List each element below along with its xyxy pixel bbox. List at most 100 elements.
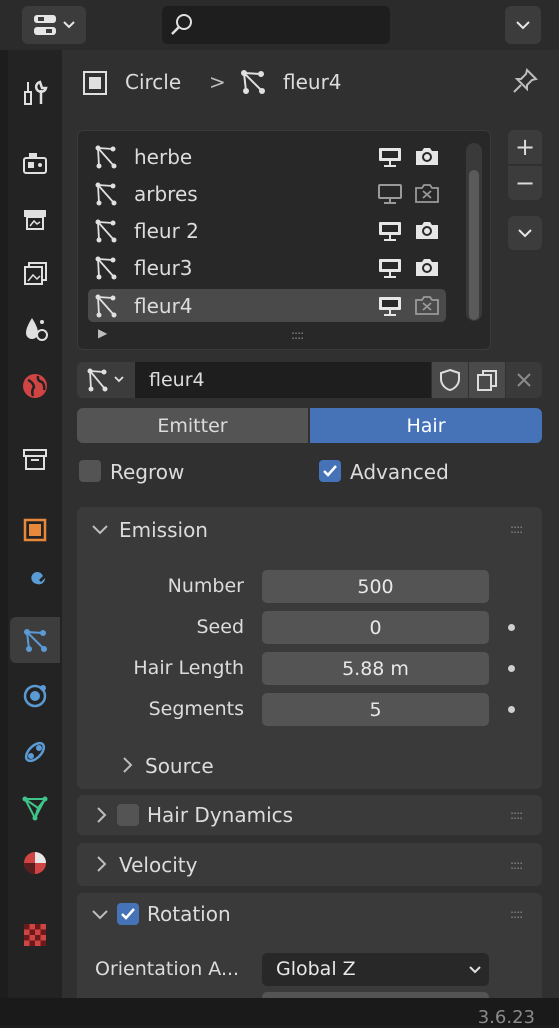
list-item[interactable]: herbe xyxy=(88,140,446,173)
chevron-down-icon xyxy=(518,229,532,238)
seed-field[interactable]: 0 xyxy=(262,611,489,644)
seed-label: Seed xyxy=(196,616,245,638)
scene-icon xyxy=(26,318,48,341)
viewport-toggle-icon[interactable] xyxy=(377,146,403,173)
datablock-name-field[interactable]: fleur4 xyxy=(135,362,431,398)
chevron-right-icon[interactable] xyxy=(119,755,135,780)
source-subpanel-header[interactable]: Source xyxy=(145,754,214,778)
tab-modifier[interactable] xyxy=(10,562,60,608)
segments-label: Segments xyxy=(148,698,244,720)
render-toggle-icon[interactable] xyxy=(414,255,440,284)
viewport-toggle-icon[interactable] xyxy=(377,295,403,322)
tab-particles[interactable] xyxy=(10,617,60,663)
hair-dynamics-checkbox[interactable] xyxy=(117,804,139,826)
modifier-icon xyxy=(26,572,46,595)
tab-constraints[interactable] xyxy=(10,729,60,775)
tab-texture[interactable] xyxy=(10,912,60,958)
hair-dynamics-header[interactable]: Hair Dynamics xyxy=(147,803,293,827)
particles-icon xyxy=(238,67,268,102)
search-input[interactable] xyxy=(162,6,390,44)
output-icon xyxy=(24,210,46,230)
tab-render[interactable] xyxy=(10,140,60,186)
status-bar xyxy=(0,998,559,1025)
tab-material[interactable] xyxy=(10,840,60,886)
list-item-label: arbres xyxy=(134,181,198,206)
panel-drag-handle[interactable]: :::: xyxy=(510,858,523,872)
view-layer-icon xyxy=(24,262,47,285)
particles-icon xyxy=(92,254,120,287)
orientation-axis-value: Global Z xyxy=(276,958,356,980)
viewport-toggle-icon[interactable] xyxy=(377,220,403,247)
pin-icon[interactable] xyxy=(510,66,540,101)
header-menu-button[interactable] xyxy=(505,6,541,44)
tab-world[interactable] xyxy=(10,363,60,409)
tab-view-layer[interactable] xyxy=(10,251,60,297)
tab-output[interactable] xyxy=(10,196,60,242)
type-hair-button[interactable]: Hair xyxy=(310,408,542,443)
breadcrumb-separator: > xyxy=(209,70,226,94)
type-emitter-button[interactable]: Emitter xyxy=(77,408,308,443)
velocity-header[interactable]: Velocity xyxy=(119,853,197,877)
chevron-down-icon xyxy=(516,21,530,30)
render-toggle-icon[interactable] xyxy=(414,181,440,210)
particles-icon xyxy=(92,217,120,250)
hair-length-label: Hair Length xyxy=(133,657,244,679)
hair-length-field[interactable]: 5.88 m xyxy=(262,652,489,685)
render-toggle-icon[interactable] xyxy=(414,144,440,173)
viewport-toggle-icon[interactable] xyxy=(377,257,403,284)
list-item[interactable]: arbres xyxy=(88,177,446,210)
keyframe-dot-icon[interactable] xyxy=(508,706,515,713)
duplicate-button[interactable] xyxy=(469,362,505,398)
tab-tool[interactable] xyxy=(10,70,60,116)
datablock-browse-button[interactable] xyxy=(77,362,135,398)
list-item-label: fleur3 xyxy=(134,255,193,280)
properties-editor-icon xyxy=(34,15,75,35)
remove-particle-button[interactable]: − xyxy=(508,166,542,200)
panel-drag-handle[interactable]: :::: xyxy=(510,808,523,822)
expand-filter-icon[interactable]: ▶ xyxy=(98,326,107,340)
chevron-right-icon[interactable] xyxy=(93,805,109,830)
list-resize-handle[interactable]: :::: xyxy=(291,328,304,342)
add-particle-button[interactable]: + xyxy=(508,130,542,164)
tab-collection[interactable] xyxy=(10,436,60,482)
orientation-axis-label: Orientation A... xyxy=(95,958,240,980)
emission-header[interactable]: Emission xyxy=(119,518,208,542)
rotation-checkbox[interactable] xyxy=(117,903,139,925)
regrow-checkbox[interactable] xyxy=(79,460,101,482)
render-toggle-icon[interactable] xyxy=(414,218,440,247)
tab-data[interactable] xyxy=(10,785,60,831)
panel-drag-handle[interactable]: :::: xyxy=(510,907,523,921)
keyframe-dot-icon[interactable] xyxy=(508,624,515,631)
list-item[interactable]: fleur4 xyxy=(88,289,446,322)
regrow-label: Regrow xyxy=(110,460,185,484)
chevron-right-icon[interactable] xyxy=(93,854,109,879)
render-toggle-icon[interactable] xyxy=(414,293,440,322)
list-item-label: herbe xyxy=(134,144,193,169)
advanced-checkbox[interactable] xyxy=(319,460,341,482)
tab-scene[interactable] xyxy=(10,306,60,352)
world-icon xyxy=(23,374,47,398)
checkmark-icon xyxy=(323,465,337,477)
orientation-axis-dropdown[interactable]: Global Z xyxy=(262,953,489,986)
fake-user-button[interactable] xyxy=(432,362,468,398)
list-item[interactable]: fleur 2 xyxy=(88,214,446,247)
keyframe-dot-icon[interactable] xyxy=(508,665,515,672)
list-item[interactable]: fleur3 xyxy=(88,251,446,284)
segments-field[interactable]: 5 xyxy=(262,693,489,726)
tab-object[interactable] xyxy=(10,507,60,553)
material-icon xyxy=(24,852,46,874)
breadcrumb-particle: fleur4 xyxy=(283,70,342,94)
list-scroll-thumb[interactable] xyxy=(469,170,479,320)
particles-icon xyxy=(92,143,120,176)
rotation-header[interactable]: Rotation xyxy=(147,902,231,926)
chevron-down-icon[interactable] xyxy=(90,904,110,929)
list-specials-button[interactable] xyxy=(508,216,542,250)
editor-type-button[interactable] xyxy=(22,6,86,44)
chevron-down-icon xyxy=(469,966,481,974)
unlink-button[interactable] xyxy=(506,362,542,398)
tab-physics[interactable] xyxy=(10,673,60,719)
chevron-down-icon[interactable] xyxy=(90,519,110,544)
number-field[interactable]: 500 xyxy=(262,570,489,603)
panel-drag-handle[interactable]: :::: xyxy=(510,522,523,536)
viewport-toggle-icon[interactable] xyxy=(377,183,403,210)
